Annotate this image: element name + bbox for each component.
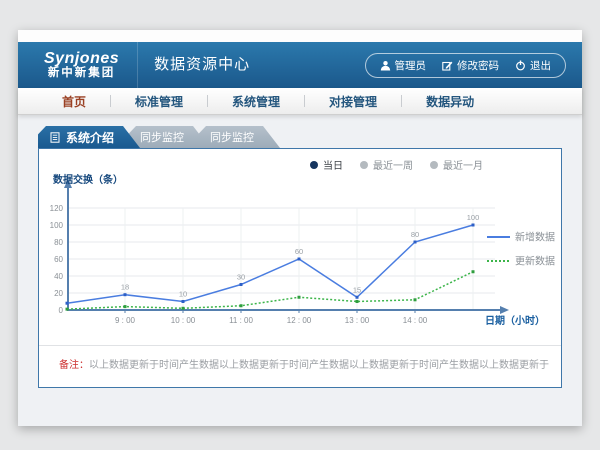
panel-divider bbox=[39, 345, 561, 346]
nav-item-data-change[interactable]: 数据异动 bbox=[416, 93, 484, 110]
svg-text:18: 18 bbox=[121, 283, 129, 292]
admin-user-label: 管理员 bbox=[395, 58, 427, 73]
nav-divider bbox=[304, 95, 305, 107]
admin-user-button[interactable]: 管理员 bbox=[380, 58, 427, 73]
app-header: Synjones 新中新集团 数据资源中心 管理员 修改密码 bbox=[18, 42, 582, 88]
radio-today[interactable]: 当日 bbox=[310, 157, 343, 172]
radio-label: 最近一月 bbox=[443, 157, 483, 172]
svg-text:60: 60 bbox=[54, 255, 63, 264]
svg-text:30: 30 bbox=[237, 273, 245, 282]
change-password-button[interactable]: 修改密码 bbox=[442, 58, 499, 73]
tab-label: 系统介绍 bbox=[66, 129, 114, 146]
company-logo: Synjones 新中新集团 bbox=[44, 51, 119, 80]
nav-item-system-mgmt[interactable]: 系统管理 bbox=[222, 93, 290, 110]
nav-item-standard-mgmt[interactable]: 标准管理 bbox=[125, 93, 193, 110]
radio-dot-icon bbox=[430, 161, 438, 169]
logout-label: 退出 bbox=[530, 58, 551, 73]
svg-text:60: 60 bbox=[295, 247, 303, 256]
app-window: Synjones 新中新集团 数据资源中心 管理员 修改密码 bbox=[18, 30, 582, 426]
svg-text:日期（小时）: 日期（小时） bbox=[485, 314, 545, 327]
time-range-filter: 当日 最近一周 最近一月 bbox=[310, 157, 483, 172]
svg-text:更新数据: 更新数据 bbox=[515, 255, 555, 268]
svg-text:100: 100 bbox=[50, 221, 64, 230]
main-nav: 首页 标准管理 系统管理 对接管理 数据异动 bbox=[18, 88, 582, 115]
logo-brand-text: Synjones bbox=[44, 51, 119, 68]
tab-sync-monitor-2[interactable]: 同步监控 bbox=[198, 126, 280, 148]
document-icon bbox=[50, 132, 60, 143]
tab-label: 同步监控 bbox=[140, 129, 184, 145]
user-menu: 管理员 修改密码 退出 bbox=[365, 53, 567, 78]
nav-item-interface-mgmt[interactable]: 对接管理 bbox=[319, 93, 387, 110]
radio-dot-icon bbox=[360, 161, 368, 169]
logo-company-name: 新中新集团 bbox=[44, 67, 119, 79]
tab-system-intro[interactable]: 系统介绍 bbox=[38, 126, 140, 148]
svg-text:20: 20 bbox=[54, 289, 63, 298]
content-area: 系统介绍 同步监控 同步监控 当日 最近一周 bbox=[18, 115, 582, 426]
footnote-prefix: 备注： bbox=[59, 360, 89, 371]
svg-text:9 : 00: 9 : 00 bbox=[115, 316, 136, 325]
svg-text:80: 80 bbox=[411, 230, 419, 239]
svg-text:10 : 00: 10 : 00 bbox=[171, 316, 196, 325]
tab-sync-monitor-1[interactable]: 同步监控 bbox=[128, 126, 210, 148]
user-icon bbox=[380, 60, 391, 71]
nav-divider bbox=[401, 95, 402, 107]
svg-text:120: 120 bbox=[50, 204, 64, 213]
power-icon bbox=[515, 60, 526, 71]
radio-last-week[interactable]: 最近一周 bbox=[360, 157, 413, 172]
svg-text:100: 100 bbox=[467, 213, 480, 222]
change-password-label: 修改密码 bbox=[457, 58, 499, 73]
chart-container: 0 20 40 60 80 100 120 9 : 00 10 : 00 11 : 00 12 : … bbox=[39, 173, 561, 335]
data-exchange-line-chart: 0 20 40 60 80 100 120 9 : 00 10 : 00 11 : 00 12 : … bbox=[39, 173, 561, 335]
radio-dot-icon bbox=[310, 161, 318, 169]
svg-text:80: 80 bbox=[54, 238, 63, 247]
svg-text:40: 40 bbox=[54, 272, 63, 281]
chart-panel: 当日 最近一周 最近一月 0 20 40 60 80 100 120 9 : 00 10 : 0… bbox=[38, 148, 562, 388]
radio-label: 当日 bbox=[323, 157, 343, 172]
footnote-text: 以上数据更新于时间产生数据以上数据更新于时间产生数据以上数据更新于时间产生数据以… bbox=[89, 360, 549, 371]
svg-text:12 : 00: 12 : 00 bbox=[287, 316, 312, 325]
edit-icon bbox=[442, 60, 453, 71]
svg-text:10: 10 bbox=[179, 290, 187, 299]
nav-item-home[interactable]: 首页 bbox=[52, 93, 96, 110]
svg-text:14 : 00: 14 : 00 bbox=[403, 316, 428, 325]
svg-text:13 : 00: 13 : 00 bbox=[345, 316, 370, 325]
nav-divider bbox=[207, 95, 208, 107]
tab-bar: 系统介绍 同步监控 同步监控 bbox=[38, 126, 582, 148]
footnote: 备注：以上数据更新于时间产生数据以上数据更新于时间产生数据以上数据更新于时间产生… bbox=[59, 356, 549, 371]
svg-text:11 : 00: 11 : 00 bbox=[229, 316, 253, 325]
svg-text:新增数据: 新增数据 bbox=[515, 231, 555, 244]
svg-text:数据交换（条）: 数据交换（条） bbox=[53, 173, 123, 186]
page-top-strip bbox=[18, 30, 582, 42]
page-title: 数据资源中心 bbox=[137, 42, 250, 88]
nav-divider bbox=[110, 95, 111, 107]
svg-text:0: 0 bbox=[59, 306, 64, 315]
radio-last-month[interactable]: 最近一月 bbox=[430, 157, 483, 172]
radio-label: 最近一周 bbox=[373, 157, 413, 172]
logout-button[interactable]: 退出 bbox=[515, 58, 551, 73]
svg-text:15: 15 bbox=[353, 285, 361, 294]
tab-label: 同步监控 bbox=[210, 129, 254, 145]
